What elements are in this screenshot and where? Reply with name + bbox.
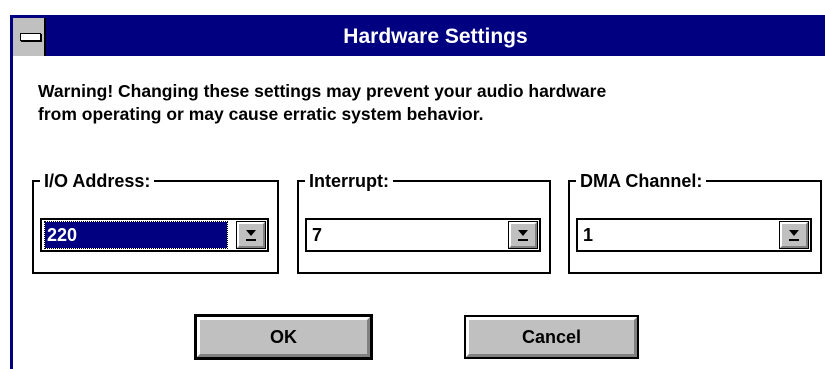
dma-channel-label: DMA Channel: xyxy=(580,171,703,191)
dma-channel-value: 1 xyxy=(583,225,594,245)
warning-line-1: Warning! Changing these settings may pre… xyxy=(38,81,607,101)
interrupt-dropdown-button[interactable] xyxy=(508,221,538,249)
ok-button[interactable]: OK xyxy=(194,314,373,360)
dropdown-arrow-icon xyxy=(518,230,528,241)
warning-text: Warning! Changing these settings may pre… xyxy=(38,80,825,126)
system-menu-button[interactable] xyxy=(13,18,46,56)
dma-channel-dropdown[interactable]: 1 xyxy=(576,218,812,252)
title-bar: Hardware Settings xyxy=(13,18,825,56)
dropdown-arrow-icon xyxy=(789,230,799,241)
warning-line-2: from operating or may cause erratic syst… xyxy=(38,104,484,124)
dma-channel-dropdown-button[interactable] xyxy=(779,221,809,249)
dma-channel-group: DMA Channel: 1 xyxy=(568,172,822,274)
io-address-dropdown[interactable]: 220 xyxy=(40,218,269,252)
interrupt-label: Interrupt: xyxy=(309,171,389,191)
io-address-group: I/O Address: 220 xyxy=(32,172,279,274)
system-menu-icon xyxy=(20,33,41,41)
dropdown-arrow-icon xyxy=(246,230,256,241)
cancel-button[interactable]: Cancel xyxy=(464,315,639,359)
io-address-dropdown-button[interactable] xyxy=(236,221,266,249)
interrupt-group: Interrupt: 7 xyxy=(297,172,551,274)
interrupt-value: 7 xyxy=(312,225,323,245)
io-address-label: I/O Address: xyxy=(44,171,151,191)
hardware-settings-dialog: Hardware Settings Warning! Changing thes… xyxy=(10,15,825,369)
io-address-value: 220 xyxy=(44,221,228,249)
interrupt-dropdown[interactable]: 7 xyxy=(305,218,541,252)
window-title: Hardware Settings xyxy=(343,25,528,48)
